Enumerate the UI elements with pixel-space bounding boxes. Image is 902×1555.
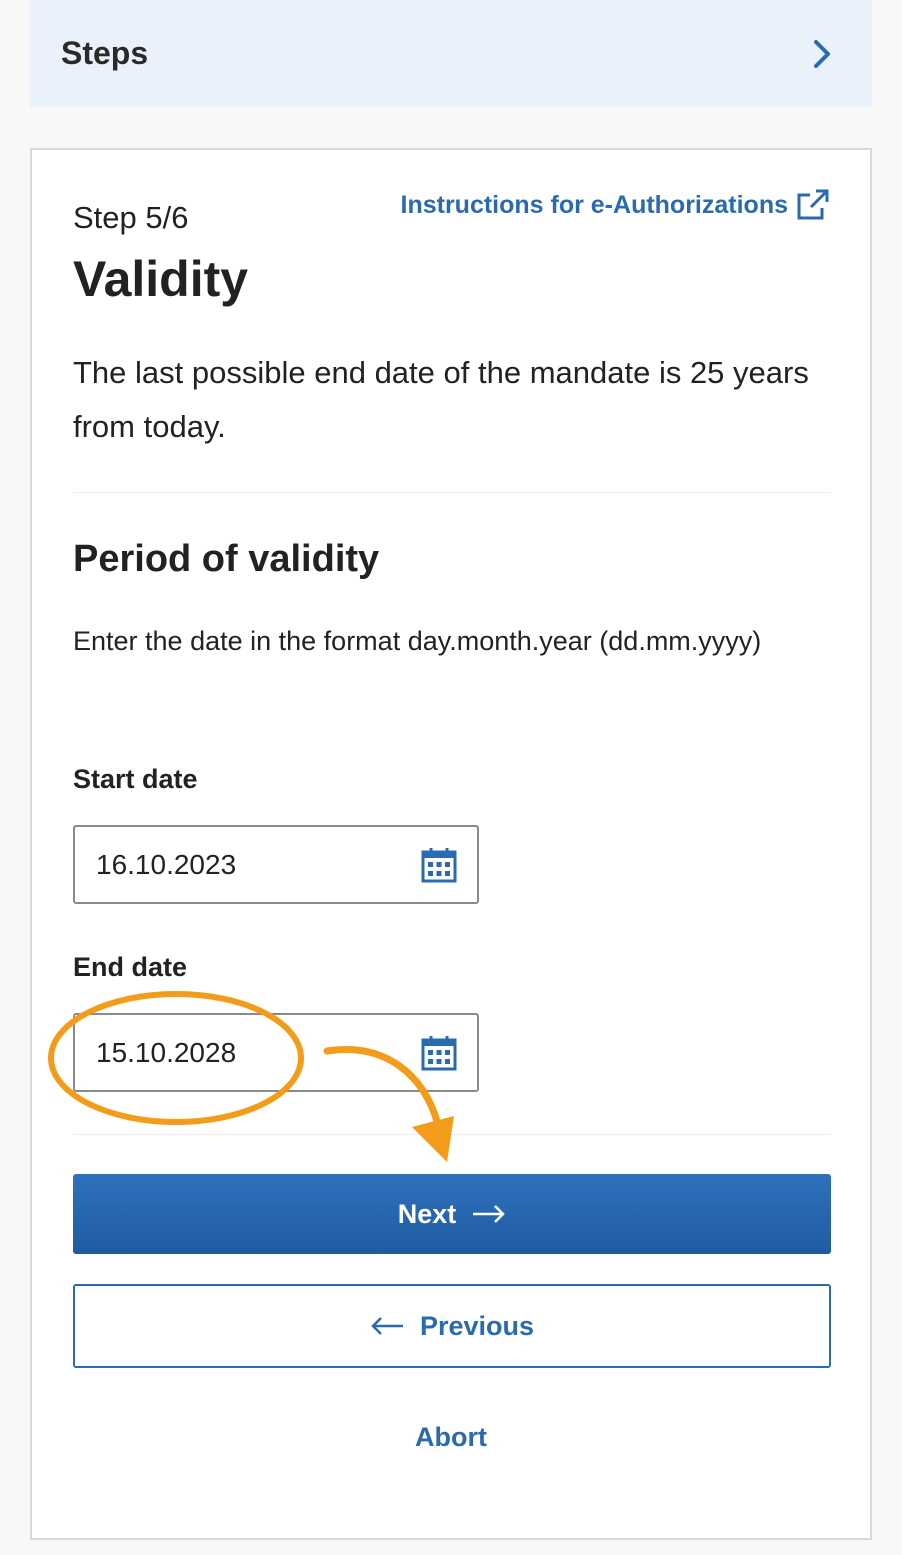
start-date-calendar-button[interactable] — [419, 845, 459, 885]
abort-link[interactable]: Abort — [32, 1422, 870, 1453]
page-title: Validity — [73, 251, 249, 307]
end-date-input[interactable] — [96, 1036, 396, 1069]
start-date-input[interactable] — [96, 848, 396, 881]
previous-button-label: Previous — [419, 1310, 535, 1341]
calendar-icon — [421, 847, 457, 883]
steps-toggle[interactable]: Steps — [30, 0, 872, 107]
date-format-hint: Enter the date in the format day.month.y… — [73, 626, 762, 656]
form-card: Step 5/6 Instructions for e-Authorizatio… — [30, 148, 872, 1540]
end-date-label: End date — [73, 952, 188, 982]
next-button-label: Next — [397, 1198, 457, 1229]
calendar-icon — [421, 1035, 457, 1071]
divider — [73, 492, 831, 493]
end-date-field[interactable] — [73, 1013, 479, 1092]
instructions-link[interactable]: Instructions for e-Authorizations — [401, 188, 831, 222]
external-link-icon — [796, 188, 830, 222]
step-indicator: Step 5/6 — [73, 200, 189, 235]
end-date-calendar-button[interactable] — [419, 1033, 459, 1073]
instructions-link-label: Instructions for e-Authorizations — [400, 190, 789, 219]
arrow-right-icon — [472, 1204, 506, 1224]
intro-text: The last possible end date of the mandat… — [73, 355, 809, 444]
previous-button[interactable]: Previous — [73, 1284, 831, 1368]
arrow-left-icon — [370, 1316, 404, 1336]
steps-label: Steps — [61, 35, 149, 71]
chevron-right-icon — [812, 39, 832, 69]
section-title: Period of validity — [73, 538, 380, 580]
start-date-label: Start date — [73, 764, 198, 794]
next-button[interactable]: Next — [73, 1174, 831, 1254]
divider — [73, 1134, 831, 1135]
start-date-field[interactable] — [73, 825, 479, 904]
